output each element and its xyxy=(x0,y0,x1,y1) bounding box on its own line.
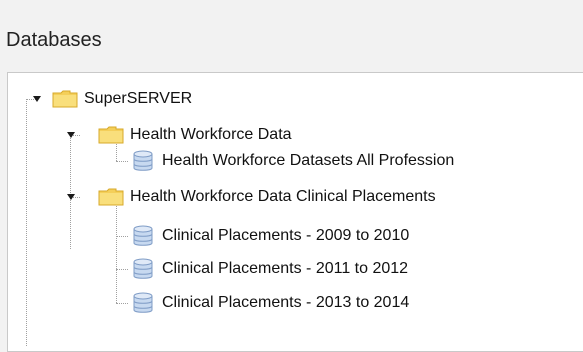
database-icon xyxy=(132,291,154,315)
tree-node-superserver[interactable]: SuperSERVER xyxy=(52,86,192,112)
tree-node-label: SuperSERVER xyxy=(84,90,193,107)
folder-icon xyxy=(98,126,124,144)
tree-line xyxy=(116,201,117,303)
database-icon xyxy=(132,149,154,173)
tree-node-label: Health Workforce Data Clinical Placement… xyxy=(130,188,436,205)
tree-node-database[interactable]: Clinical Placements - 2009 to 2010 xyxy=(132,223,409,249)
collapse-toggle-icon[interactable] xyxy=(66,192,76,202)
database-icon xyxy=(132,257,154,281)
panel-title: Databases xyxy=(6,29,102,51)
tree-line xyxy=(116,303,128,304)
tree-node-database[interactable]: Clinical Placements - 2011 to 2012 xyxy=(132,256,408,282)
tree-line xyxy=(116,269,128,270)
tree-node-database[interactable]: Clinical Placements - 2013 to 2014 xyxy=(132,290,409,316)
tree-line xyxy=(116,236,128,237)
tree-node-database[interactable]: Health Workforce Datasets All Profession xyxy=(132,148,454,174)
tree-node-health-workforce-data[interactable]: Health Workforce Data xyxy=(98,122,292,148)
folder-icon xyxy=(52,90,78,108)
collapse-toggle-icon[interactable] xyxy=(32,94,42,104)
tree-node-label: Clinical Placements - 2009 to 2010 xyxy=(162,227,410,244)
collapse-toggle-icon[interactable] xyxy=(66,130,76,140)
database-tree[interactable]: SuperSERVER Health Workforce Data Health… xyxy=(7,72,583,352)
tree-node-label: Health Workforce Data xyxy=(130,126,292,143)
database-icon xyxy=(132,224,154,248)
folder-icon xyxy=(98,188,124,206)
tree-node-label: Health Workforce Datasets All Profession xyxy=(162,152,455,169)
tree-node-label: Clinical Placements - 2013 to 2014 xyxy=(162,294,410,311)
tree-line xyxy=(26,99,27,346)
tree-line xyxy=(116,161,128,162)
databases-panel: Databases SuperSERVER Health Workforce D… xyxy=(0,0,583,352)
tree-node-clinical-placements[interactable]: Health Workforce Data Clinical Placement… xyxy=(98,184,436,210)
tree-node-label: Clinical Placements - 2011 to 2012 xyxy=(162,260,409,277)
